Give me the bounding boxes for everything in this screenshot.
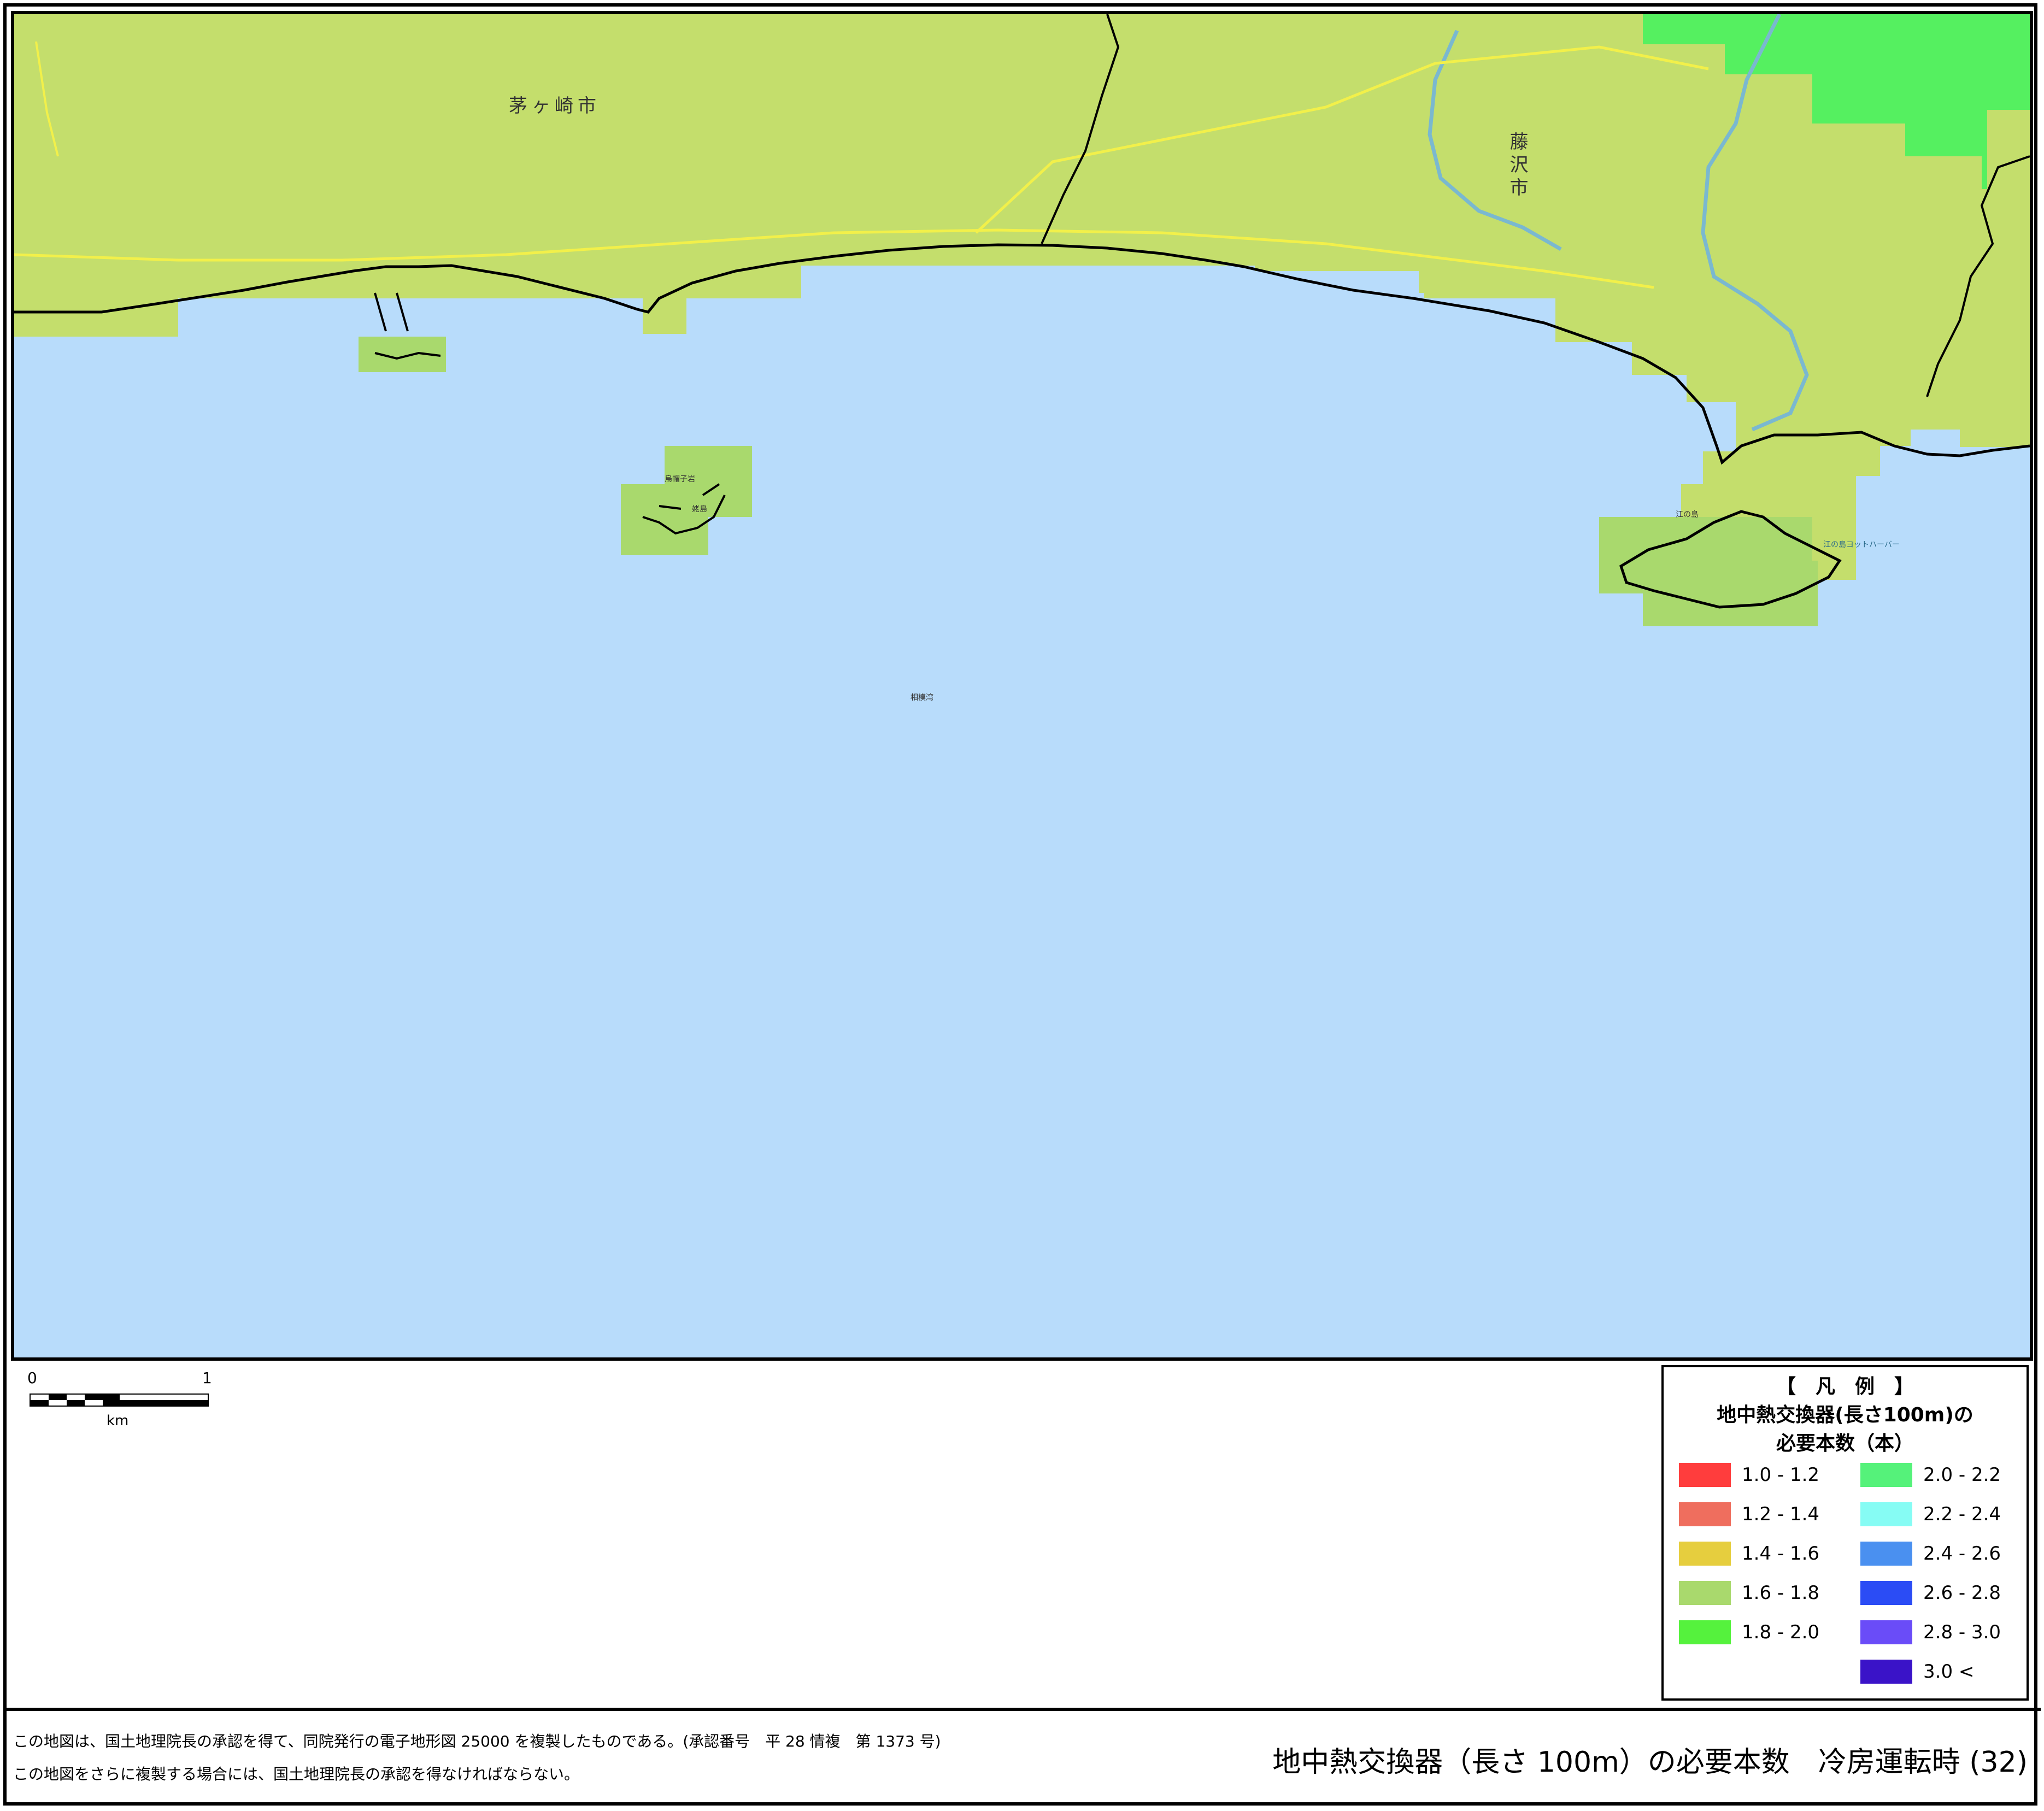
legend-item: 2.2 - 2.4	[1860, 1502, 2001, 1526]
legend-swatch	[1860, 1502, 1912, 1526]
footer-note-2: この地図をさらに複製する場合には、国土地理院長の承認を得なければならない。	[13, 1765, 580, 1783]
legend-label: 3.0 <	[1923, 1661, 1975, 1683]
legend-label: 2.8 - 3.0	[1923, 1621, 2001, 1643]
label-chigasaki-city: 茅ヶ崎市	[509, 95, 601, 117]
legend-item: 2.0 - 2.2	[1860, 1463, 2001, 1487]
legend: 【 凡 例 】 地中熱交換器(長さ100m)の 必要本数（本） 1.0 - 1.…	[1661, 1365, 2029, 1701]
legend-swatch	[1679, 1463, 1731, 1487]
map-area[interactable]: 茅ヶ崎市 藤沢市 相模湾 江の島 江の島ヨットハーバー 烏帽子岩 姥島	[11, 11, 2033, 1361]
legend-label: 1.0 - 1.2	[1742, 1464, 1820, 1486]
legend-swatch	[1860, 1620, 1912, 1644]
legend-item: 2.8 - 3.0	[1860, 1620, 2001, 1644]
scale-bar: 0 1 km	[27, 1369, 213, 1429]
legend-label: 1.8 - 2.0	[1742, 1621, 1820, 1643]
legend-swatch	[1679, 1502, 1731, 1526]
label-eboshi-rock: 烏帽子岩	[665, 475, 695, 484]
scale-start: 0	[27, 1369, 37, 1387]
label-uba-island: 姥島	[692, 505, 707, 514]
footer-note-1: この地図は、国土地理院長の承認を得て、同院発行の電子地形図 25000 を複製し…	[13, 1732, 941, 1750]
legend-title: 【 凡 例 】	[1776, 1375, 1914, 1398]
scale-bar-graphic	[30, 1393, 209, 1407]
label-enoshima-yacht-harbor: 江の島ヨットハーバー	[1823, 540, 1900, 549]
legend-swatch	[1860, 1542, 1912, 1566]
scale-unit: km	[107, 1413, 129, 1429]
legend-swatch	[1860, 1581, 1912, 1605]
legend-label: 1.6 - 1.8	[1742, 1582, 1820, 1604]
legend-label: 1.4 - 1.6	[1742, 1543, 1820, 1565]
legend-swatch	[1860, 1463, 1912, 1487]
legend-item: 2.6 - 2.8	[1860, 1581, 2001, 1605]
footer-separator	[3, 1708, 2041, 1711]
legend-item: 1.6 - 1.8	[1679, 1581, 1819, 1605]
legend-swatch	[1679, 1620, 1731, 1644]
legend-item: 1.2 - 1.4	[1679, 1502, 1819, 1526]
legend-label: 2.0 - 2.2	[1923, 1464, 2001, 1486]
legend-subtitle-line1: 地中熱交換器(長さ100m)の	[1717, 1404, 1973, 1426]
legend-item: 3.0 <	[1860, 1660, 1974, 1684]
label-enoshima: 江の島	[1676, 510, 1699, 519]
legend-swatch	[1679, 1581, 1731, 1605]
legend-subtitle-line2: 必要本数（本）	[1776, 1432, 1914, 1455]
legend-swatch	[1679, 1542, 1731, 1566]
legend-label: 1.2 - 1.4	[1742, 1503, 1820, 1525]
label-fujisawa-city: 藤沢市	[1506, 132, 1528, 201]
legend-label: 2.4 - 2.6	[1923, 1543, 2001, 1565]
land-area	[14, 14, 2030, 591]
offshore-cell-eboshi	[621, 484, 708, 555]
map-canvas	[14, 14, 2030, 626]
scale-end: 1	[202, 1369, 212, 1387]
legend-item: 2.4 - 2.6	[1860, 1542, 2001, 1566]
map-title: 地中熱交換器（長さ 100m）の必要本数 冷房運転時 (32)	[1272, 1746, 2028, 1779]
legend-item: 1.8 - 2.0	[1679, 1620, 1819, 1644]
legend-item: 1.4 - 1.6	[1679, 1542, 1819, 1566]
label-sagami-bay: 相模湾	[911, 693, 933, 702]
legend-label: 2.2 - 2.4	[1923, 1503, 2001, 1525]
legend-swatch	[1860, 1660, 1912, 1684]
legend-label: 2.6 - 2.8	[1923, 1582, 2001, 1604]
legend-item: 1.0 - 1.2	[1679, 1463, 1819, 1487]
